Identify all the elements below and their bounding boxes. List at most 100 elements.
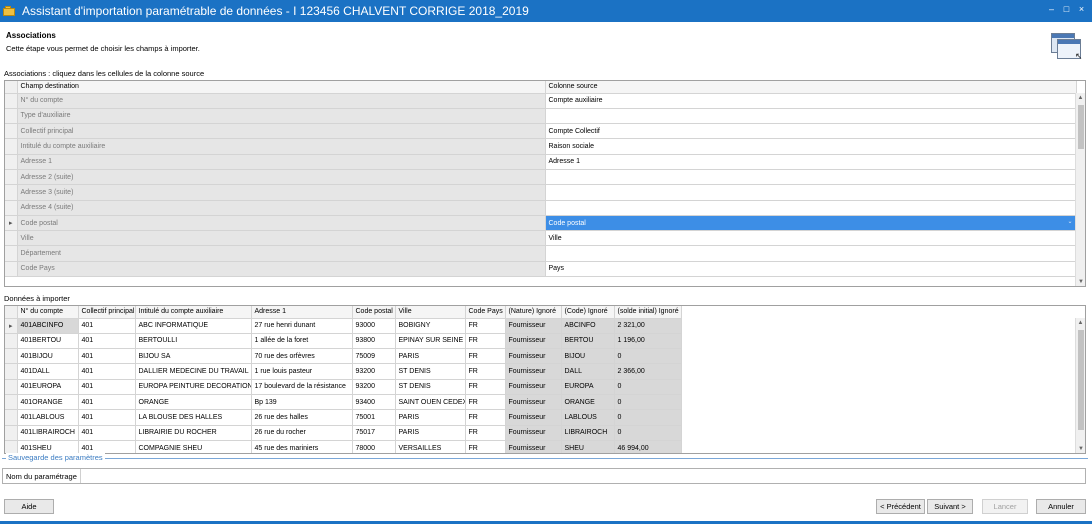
data-cell: 401	[78, 318, 136, 334]
data-column-header[interactable]: N° du compte	[17, 306, 79, 319]
row-indicator	[5, 169, 18, 186]
scroll-thumb[interactable]	[1078, 105, 1084, 149]
colonne-source-cell[interactable]: Adresse 1	[545, 154, 1077, 170]
dropdown-arrow-icon[interactable]: ⌄	[1067, 218, 1072, 225]
data-column-header[interactable]: Collectif principal	[78, 306, 136, 319]
data-column-header[interactable]: Ville	[395, 306, 466, 319]
data-row[interactable]: 401SHEU 401 COMPAGNIE SHEU 45 rue des marin…	[5, 440, 682, 453]
association-row: ▸ Code postal Code postal ⌄	[5, 215, 1077, 232]
data-cell: 401	[78, 394, 136, 411]
colonne-source-cell[interactable]	[545, 169, 1077, 186]
champ-destination-cell: Code postal	[17, 215, 546, 232]
data-row[interactable]: 401LABLOUS 401 LA BLOUSE DES HALLES 26 rue …	[5, 409, 682, 426]
row-indicator	[5, 230, 18, 247]
data-cell: SAINT OUEN CEDEX	[395, 394, 466, 411]
data-cell: FR	[465, 440, 506, 453]
data-cell: FR	[465, 394, 506, 411]
data-cell: BIJOU SA	[135, 348, 252, 365]
data-cell: 75001	[352, 409, 396, 426]
data-column-header[interactable]: Intitulé du compte auxiliaire	[135, 306, 252, 319]
colonne-source-cell[interactable]: Ville	[545, 230, 1077, 247]
data-column-header[interactable]: (solde initial) Ignoré	[614, 306, 682, 319]
data-cell: BERTOULLI	[135, 333, 252, 350]
data-column-header[interactable]: Code Pays	[465, 306, 506, 319]
data-row[interactable]: 401EUROPA 401 EUROPA PEINTURE DECORATION 17…	[5, 379, 682, 395]
data-column-header[interactable]: Code postal	[352, 306, 396, 319]
data-row[interactable]: 401ORANGE 401 ORANGE Bp 139 93400 SAINT OUEN …	[5, 394, 682, 411]
data-cell: 401SHEU	[17, 440, 79, 453]
associations-grid: Champ destination Colonne source N° du c…	[4, 80, 1086, 287]
precedent-button[interactable]: < Précédent	[876, 499, 925, 514]
row-indicator: ▸	[5, 318, 18, 334]
maximize-icon[interactable]: □	[1062, 4, 1071, 14]
row-indicator	[5, 200, 18, 216]
colonne-source-cell[interactable]	[545, 184, 1077, 201]
data-cell: 401	[78, 409, 136, 426]
annuler-button[interactable]: Annuler	[1036, 499, 1086, 514]
data-cell: ABCINFO	[561, 318, 615, 334]
scroll-down-icon[interactable]: ▼	[1076, 277, 1085, 286]
data-cell: 27 rue henri dunant	[251, 318, 353, 334]
colonne-source-cell[interactable]	[545, 245, 1077, 262]
data-column-header[interactable]: (Nature) Ignoré	[505, 306, 562, 319]
colonne-source-cell[interactable]: Raison sociale	[545, 138, 1077, 155]
data-cell: 401ABCINFO	[17, 318, 79, 334]
data-cell: LIBRAIRIE DU ROCHER	[135, 425, 252, 441]
data-cell: VERSAILLES	[395, 440, 466, 453]
close-icon[interactable]: ×	[1077, 4, 1086, 14]
col-header-source: Colonne source	[545, 81, 1077, 94]
minimize-icon[interactable]: –	[1047, 4, 1056, 14]
colonne-source-cell[interactable]: Compte auxiliaire	[545, 93, 1077, 109]
data-row[interactable]: 401LIBRAIROCH 401 LIBRAIRIE DU ROCHER 26 ru…	[5, 425, 682, 441]
data-cell: Fournisseur	[505, 394, 562, 411]
data-cell: 0	[614, 379, 682, 395]
scroll-up-icon[interactable]: ▲	[1076, 93, 1085, 103]
scroll-up-icon[interactable]: ▲	[1076, 318, 1085, 328]
row-indicator	[5, 379, 18, 395]
nom-parametrage-label: Nom du paramétrage	[3, 469, 81, 483]
data-cell: 1 196,00	[614, 333, 682, 350]
donnees-scrollbar[interactable]: ▲ ▼	[1075, 318, 1085, 453]
data-cell: BOBIGNY	[395, 318, 466, 334]
data-cell: DALLIER MEDECINE DU TRAVAIL	[135, 363, 252, 380]
champ-destination-cell: Adresse 4 (suite)	[17, 200, 546, 216]
row-indicator	[5, 108, 18, 125]
colonne-source-cell[interactable]: Compte Collectif	[545, 123, 1077, 140]
data-cell: 75009	[352, 348, 396, 365]
data-row[interactable]: 401BERTOU 401 BERTOULLI 1 allée de la foret…	[5, 333, 682, 350]
data-cell: Fournisseur	[505, 379, 562, 395]
data-column-header[interactable]: (Code) Ignoré	[561, 306, 615, 319]
data-cell: 401BIJOU	[17, 348, 79, 365]
colonne-source-cell[interactable]: Code postal ⌄	[545, 215, 1077, 232]
data-cell: EUROPA	[561, 379, 615, 395]
data-cell: 401	[78, 333, 136, 350]
data-cell: Fournisseur	[505, 440, 562, 453]
row-indicator	[5, 93, 18, 109]
lancer-button[interactable]: Lancer	[982, 499, 1028, 514]
data-cell: ABC INFORMATIQUE	[135, 318, 252, 334]
data-row[interactable]: 401DALL 401 DALLIER MEDECINE DU TRAVAIL 1 r…	[5, 363, 682, 380]
data-column-header[interactable]: Adresse 1	[251, 306, 353, 319]
scroll-thumb[interactable]	[1078, 330, 1084, 430]
colonne-source-value: Ville	[548, 234, 562, 242]
title-bar: Assistant d'importation paramétrable de …	[0, 0, 1092, 22]
data-cell: 1 allée de la foret	[251, 333, 353, 350]
data-cell: 401LABLOUS	[17, 409, 79, 426]
data-cell: 401	[78, 348, 136, 365]
data-row[interactable]: 401BIJOU 401 BIJOU SA 70 rue des orfèvres 75…	[5, 348, 682, 365]
colonne-source-cell[interactable]: Pays	[545, 261, 1077, 278]
folder-icon	[3, 5, 17, 17]
data-cell: 78000	[352, 440, 396, 453]
aide-button[interactable]: Aide	[4, 499, 54, 514]
associations-scrollbar[interactable]: ▲ ▼	[1075, 93, 1085, 286]
colonne-source-cell[interactable]	[545, 200, 1077, 216]
colonne-source-cell[interactable]	[545, 108, 1077, 125]
data-cell: ST DENIS	[395, 379, 466, 395]
colonne-source-value: Compte auxiliaire	[548, 97, 603, 105]
data-cell: 26 rue des halles	[251, 409, 353, 426]
data-cell: 401BERTOU	[17, 333, 79, 350]
suivant-button[interactable]: Suivant >	[927, 499, 973, 514]
scroll-down-icon[interactable]: ▼	[1076, 444, 1085, 453]
data-row[interactable]: ▸ 401ABCINFO 401 ABC INFORMATIQUE 27 rue hen…	[5, 318, 682, 334]
data-cell: FR	[465, 348, 506, 365]
